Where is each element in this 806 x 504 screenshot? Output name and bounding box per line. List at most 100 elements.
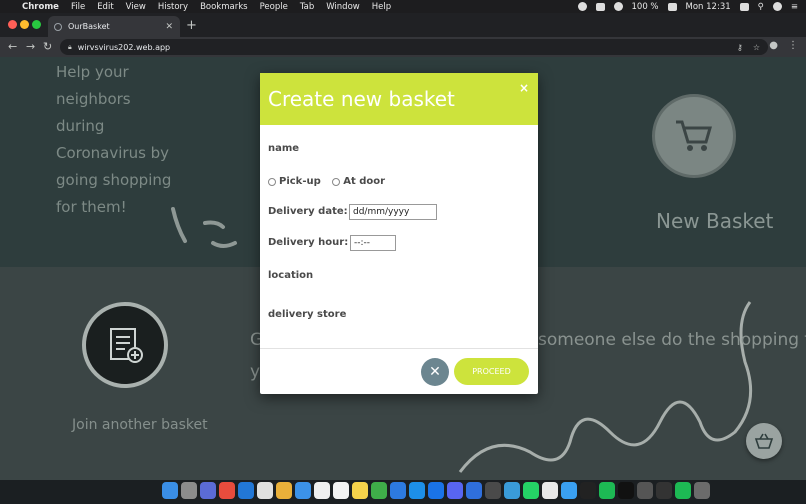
key-icon[interactable]: ⚷ [737,43,743,52]
delivery-date-input[interactable]: dd/mm/yyyy [349,204,437,220]
app-icon-1[interactable] [219,482,235,499]
app-icon-4[interactable] [561,482,577,499]
app-icon-5[interactable] [656,482,672,499]
display-icon[interactable] [595,2,605,11]
location-field-label[interactable]: location [268,270,313,281]
vscode-icon[interactable] [238,482,254,499]
slack-icon[interactable] [542,482,558,499]
cancel-button[interactable]: ✕ [421,358,449,386]
keynote-icon[interactable] [390,482,406,499]
menu-people[interactable]: People [260,2,288,12]
dialog-footer-divider [260,348,538,349]
battery-icon[interactable] [667,2,677,11]
whatsapp-icon[interactable] [523,482,539,499]
appletv-icon[interactable] [580,482,596,499]
decorative-strokes [171,207,237,248]
address-bar[interactable]: 🔒︎ wirvsvirus202.web.app ⚷ ☆ [60,39,768,55]
menu-bookmarks[interactable]: Bookmarks [200,2,248,12]
tab-title: OurBasket [68,22,110,31]
tab-strip: OurBasket ✕ + [0,13,806,37]
menu-app-name[interactable]: Chrome [22,2,59,12]
wifi-icon[interactable] [613,2,623,11]
forward-icon[interactable]: → [26,40,35,53]
background-text-left-2: y [250,362,261,382]
calendar-icon[interactable] [333,482,349,499]
discord-icon[interactable] [447,482,463,499]
tab-close-icon[interactable]: ✕ [165,22,173,32]
input-source-icon[interactable] [739,2,749,11]
dialog-header: Create new basket × [260,73,538,125]
delivery-hour-input[interactable]: --:-- [350,235,396,251]
shopping-cart-icon [676,120,712,151]
spotify-icon[interactable] [599,482,615,499]
menu-file[interactable]: File [71,2,85,12]
dialog-title: Create new basket [268,87,455,111]
app-icon-3[interactable] [485,482,501,499]
pickup-radio-label: Pick-up [279,176,321,187]
appstore-icon[interactable] [295,482,311,499]
proceed-button[interactable]: PROCEED [454,358,529,385]
activity-monitor-icon[interactable] [637,482,653,499]
new-tab-icon[interactable]: + [186,18,197,33]
finder-icon[interactable] [162,482,178,499]
new-basket-label[interactable]: New Basket [656,209,773,233]
back-icon[interactable]: ← [8,40,17,53]
menu-history[interactable]: History [158,2,188,12]
terminal-icon[interactable] [618,482,634,499]
join-basket-button[interactable] [82,302,168,388]
lock-icon: 🔒︎ [68,42,72,51]
pickup-radio[interactable]: Pick-up [268,176,321,187]
siri-icon[interactable] [772,2,782,11]
control-center-icon[interactable]: ≡ [791,2,798,12]
menu-help[interactable]: Help [372,2,391,12]
name-field-label[interactable]: name [268,143,299,154]
create-basket-dialog: Create new basket × name Pick-up At door… [260,73,538,394]
spotlight-icon[interactable]: ⚲ [758,2,764,12]
hero-tagline: Help your neighbors during Coronavirus b… [56,63,172,216]
trash-icon[interactable] [694,482,710,499]
basket-icon [754,433,774,449]
status-moon-icon[interactable] [577,2,587,11]
chrome-menu-icon[interactable]: ⋮ [788,40,798,51]
menubar-clock[interactable]: Mon 12:31 [686,2,731,12]
stickies-icon[interactable] [352,482,368,499]
dialog-close-icon[interactable]: × [519,81,529,95]
new-basket-button[interactable] [652,94,736,178]
messages-icon[interactable] [504,482,520,499]
launchpad-icon[interactable] [181,482,197,499]
document-icon[interactable] [257,482,273,499]
minimize-window-icon[interactable] [20,20,29,29]
menu-window[interactable]: Window [326,2,360,12]
numbers-icon[interactable] [371,482,387,499]
atdoor-radio[interactable]: At door [332,176,385,187]
spotify-alt-icon[interactable] [675,482,691,499]
browser-tab[interactable]: OurBasket ✕ [48,16,180,37]
page-content: Help your neighbors during Coronavirus b… [0,57,806,480]
close-window-icon[interactable] [8,20,17,29]
delivery-store-field-label[interactable]: delivery store [268,309,346,320]
profile-icon[interactable]: ● [769,40,778,51]
safari-icon[interactable] [200,482,216,499]
macos-menubar: Chrome File Edit View History Bookmarks … [0,0,806,13]
notes-icon[interactable] [314,482,330,499]
app-icon-2[interactable] [428,482,444,499]
background-text-right: someone else do the shopping for [538,330,806,350]
chrome-icon[interactable] [276,482,292,499]
basket-fab-button[interactable] [746,423,782,459]
battery-percent[interactable]: 100 % [632,2,659,12]
delivery-date-label: Delivery date: [268,206,348,217]
tab-favicon-icon [54,22,62,31]
trello-icon[interactable] [466,482,482,499]
menu-edit[interactable]: Edit [97,2,113,12]
zoom-window-icon[interactable] [32,20,41,29]
pickup-radio-circle[interactable] [268,177,276,186]
delivery-hour-label: Delivery hour: [268,237,349,248]
list-add-icon [110,328,143,363]
menu-view[interactable]: View [126,2,146,12]
menu-tab[interactable]: Tab [300,2,314,12]
atdoor-radio-circle[interactable] [332,177,341,186]
xcode-icon[interactable] [409,482,425,499]
reload-icon[interactable]: ↻ [43,40,52,53]
join-basket-label[interactable]: Join another basket [72,417,208,433]
bookmark-star-icon[interactable]: ☆ [753,43,760,52]
